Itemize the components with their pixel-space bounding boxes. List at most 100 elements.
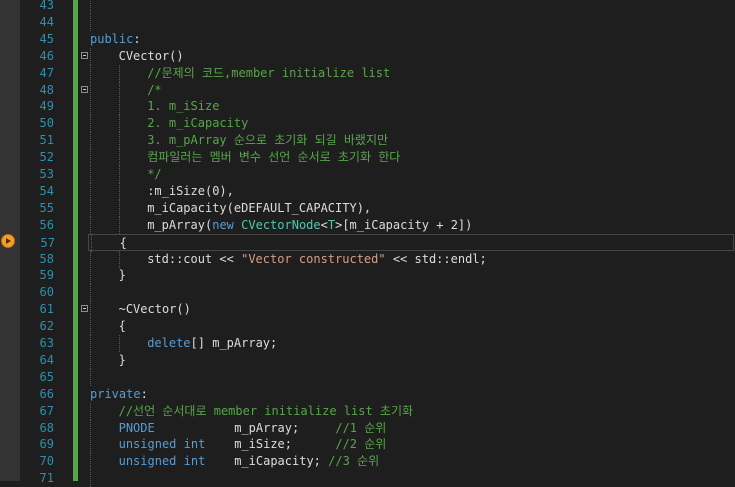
line-number: 43 [39, 0, 54, 12]
code-line[interactable]: 57 { [41, 233, 734, 252]
collapse-toggle-icon[interactable] [81, 85, 88, 93]
indent-guide [90, 335, 91, 352]
code-line[interactable]: 59} [0, 267, 735, 285]
line-number: 70 [39, 454, 54, 469]
code-token: [] m_pArray; [190, 336, 278, 350]
next-statement-arrow-icon[interactable] [1, 234, 15, 248]
indent-guide [119, 132, 120, 150]
code-text: m_iCapacity(eDEFAULT_CAPACITY), [147, 200, 371, 217]
code-line[interactable]: 48 /* [0, 81, 735, 99]
line-number: 56 [39, 217, 54, 232]
code-text: //선언 순서대로 member initialize list 초기화 [119, 403, 413, 420]
indent-guide [90, 470, 91, 487]
indent-guide [119, 149, 120, 167]
indent-guide [90, 81, 91, 99]
code-line[interactable]: 45 public: [0, 31, 735, 48]
code-token: ~CVector() [118, 302, 191, 317]
code-token: //선언 순서대로 member initialize list 초기화 [118, 403, 414, 418]
code-line[interactable]: 52 컴파일러는 멤버 변수 선언 순서로 초기화 한다 [0, 149, 735, 167]
indent-guide [90, 402, 91, 420]
code-line[interactable]: 44 [0, 13, 735, 31]
line-number: 61 [39, 302, 54, 317]
code-text: 1. m_iSize [147, 98, 219, 115]
code-token: m_iSize; [205, 437, 336, 452]
indent-guide [90, 419, 91, 437]
indent-guide [90, 318, 91, 336]
code-line[interactable]: 53 */ [0, 166, 735, 183]
line-number: 53 [39, 167, 54, 181]
code-token: m_pArray; [154, 420, 336, 435]
indent-guide [90, 166, 91, 183]
code-token: //3 순위 [328, 454, 380, 469]
code-line[interactable]: 70 unsigned int m_iCapacity; //3 순위 [0, 453, 735, 471]
code-line[interactable]: 65 [0, 368, 735, 386]
indent-guide [119, 81, 120, 99]
code-line[interactable]: 62 { [0, 318, 735, 336]
code-token: delete [147, 336, 191, 350]
code-token: m_iCapacity(eDEFAULT_CAPACITY), [147, 200, 372, 215]
line-number: 64 [39, 352, 54, 367]
line-number: 54 [39, 183, 54, 198]
code-line[interactable]: 56 m_pArray(new CVectorNode<T>[m_iCapacit… [0, 216, 735, 234]
line-number: 63 [39, 336, 54, 350]
code-line[interactable]: 67 //선언 순서대로 member initialize list 초기화 [0, 402, 735, 420]
code-text: CVector() [119, 48, 184, 65]
code-line[interactable]: 58 std::cout << "Vector constructed" << s… [0, 250, 735, 268]
indent-guide [90, 267, 91, 285]
code-token: } [118, 352, 126, 367]
code-line[interactable]: 69 unsigned int m_iSize; //2 순위 [0, 436, 735, 454]
code-token: int [183, 437, 206, 452]
line-number: 46 [39, 48, 54, 63]
code-token: */ [147, 167, 162, 181]
line-number: 68 [39, 420, 54, 435]
code-token: : [133, 31, 141, 46]
line-number: 67 [39, 403, 54, 418]
code-token: 3. m_pArray 순으로 초기화 되길 바랬지만 [147, 133, 389, 148]
code-line[interactable]: 64} [0, 351, 735, 369]
code-line[interactable]: 66 private: [0, 386, 735, 403]
code-line[interactable]: 68 PNODE m_pArray; //1 순위 [0, 419, 735, 437]
code-line[interactable]: 71 [0, 470, 735, 487]
code-token: //1 순위 [335, 420, 387, 435]
code-text: /* [147, 82, 161, 99]
code-token: new [212, 217, 234, 232]
code-token: /* [147, 82, 162, 97]
code-line[interactable]: 51 3. m_pArray 순으로 초기화 되길 바랬지만 [0, 132, 735, 150]
code-line[interactable]: 50 2. m_iCapacity [0, 115, 735, 133]
code-text: PNODE m_pArray; //1 순위 [119, 420, 387, 437]
collapse-toggle-icon[interactable] [81, 305, 88, 313]
indent-guide [90, 436, 91, 454]
code-line[interactable]: 60 [0, 284, 735, 302]
code-token: < [320, 217, 328, 232]
code-line[interactable]: 43 [0, 0, 735, 14]
code-text: unsigned int m_iCapacity; //3 순위 [119, 453, 380, 470]
indent-guide [119, 335, 120, 352]
code-token: CVectorNode [241, 217, 321, 232]
indent-guide [119, 115, 120, 133]
code-line[interactable]: 46 CVector() [0, 47, 735, 65]
code-line[interactable]: 49 1. m_iSize [0, 98, 735, 116]
code-line[interactable]: 47 //문제의 코드,member initialize list [0, 64, 735, 82]
code-line[interactable]: 63 delete[] m_pArray; [0, 335, 735, 352]
code-token: m_iCapacity; [205, 454, 329, 469]
line-number: 45 [39, 31, 54, 46]
collapse-toggle-icon[interactable] [81, 51, 88, 59]
code-line[interactable]: 54:m_iSize(0), [0, 182, 735, 200]
code-text: delete[] m_pArray; [147, 335, 277, 352]
line-number: 65 [39, 369, 54, 384]
code-token: 1. m_iSize [147, 99, 220, 114]
line-number: 48 [39, 82, 54, 97]
indent-guide [90, 351, 91, 369]
code-line[interactable]: 55 m_iCapacity(eDEFAULT_CAPACITY), [0, 199, 735, 217]
code-text: 3. m_pArray 순으로 초기화 되길 바랬지만 [147, 132, 388, 149]
code-token: << std::endl; [385, 251, 487, 266]
indent-guide [90, 149, 91, 167]
indent-guide [90, 368, 91, 386]
line-number: 51 [39, 133, 54, 148]
indent-guide [119, 166, 120, 183]
indent-guide [119, 250, 120, 268]
indent-guide [119, 98, 120, 116]
code-line[interactable]: 61 ~CVector() [0, 301, 735, 319]
